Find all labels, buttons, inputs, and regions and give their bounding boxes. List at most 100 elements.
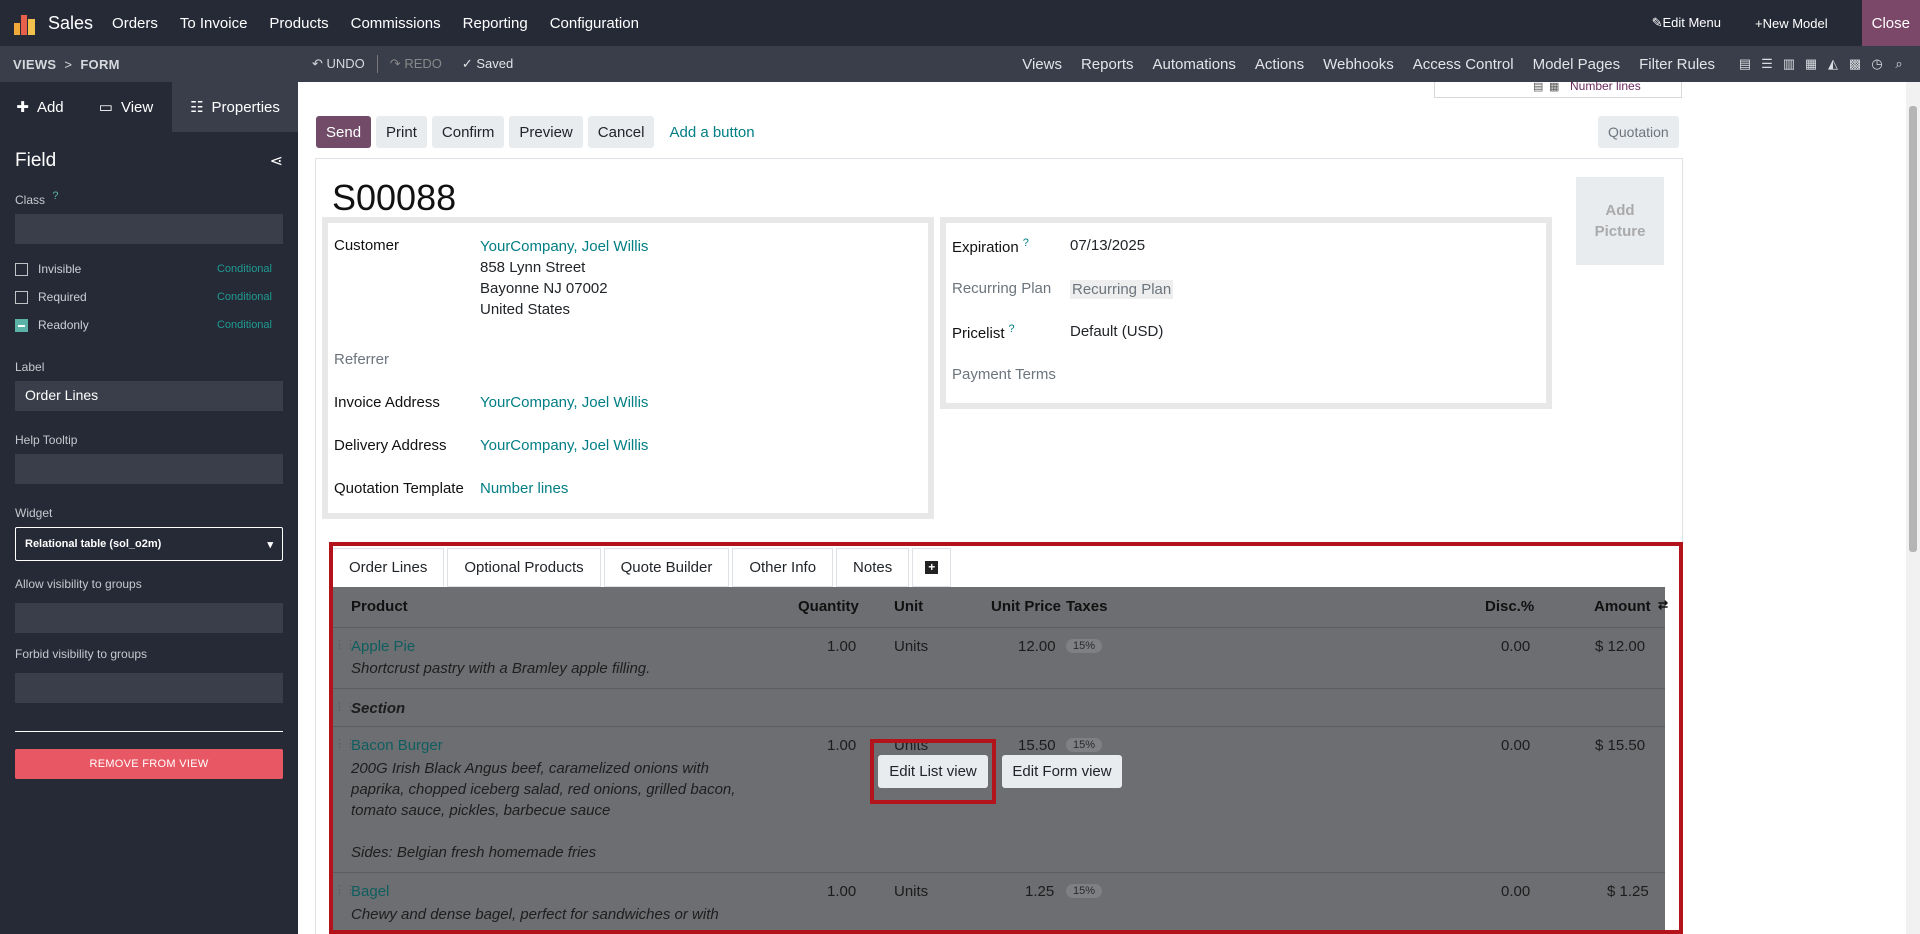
properties-icon: ☷ bbox=[190, 99, 204, 116]
forbid-groups-input[interactable] bbox=[15, 673, 283, 703]
status-badge[interactable]: Quotation bbox=[1598, 116, 1679, 148]
conditional-link[interactable]: Conditional bbox=[217, 291, 272, 303]
readonly-checkbox-row: Readonly Conditional bbox=[15, 318, 283, 332]
top-navbar: Sales Orders To Invoice Products Commiss… bbox=[0, 0, 1920, 46]
class-label: Class bbox=[15, 193, 46, 207]
customer-link[interactable]: YourCompany, Joel Willis bbox=[480, 236, 648, 257]
print-button[interactable]: Print bbox=[376, 116, 427, 148]
close-studio-button[interactable]: Close bbox=[1861, 0, 1920, 46]
widget-select[interactable]: Relational table (sol_o2m) ▾ bbox=[15, 527, 283, 561]
record-name[interactable]: S00088 bbox=[332, 177, 456, 219]
menu-reporting[interactable]: Reporting bbox=[452, 15, 539, 32]
activity-view-icon[interactable]: ◷ bbox=[1866, 56, 1888, 72]
menu-actions[interactable]: Actions bbox=[1255, 56, 1304, 73]
monitor-icon: ▭ bbox=[98, 99, 113, 116]
invoice-address-label: Invoice Address bbox=[334, 394, 440, 411]
expiration-value[interactable]: 07/13/2025 bbox=[1070, 237, 1145, 254]
tab-view[interactable]: ▭ View bbox=[80, 82, 172, 132]
required-checkbox-row: Required Conditional bbox=[15, 290, 283, 304]
graph-view-icon[interactable]: ◭ bbox=[1822, 56, 1844, 72]
sales-app-icon[interactable] bbox=[14, 11, 36, 35]
edit-menu-button[interactable]: ✎Edit Menu bbox=[1652, 15, 1721, 31]
breadcrumb-form: FORM bbox=[80, 56, 120, 72]
readonly-checkbox[interactable] bbox=[15, 318, 28, 332]
view-switcher: ▤ ☰ ▥ ▦ ◭ ▩ ◷ ⌕ bbox=[1734, 56, 1910, 72]
pencil-icon: ✎ bbox=[1651, 15, 1663, 30]
menu-to-invoice[interactable]: To Invoice bbox=[169, 15, 259, 32]
delivery-address-label: Delivery Address bbox=[334, 437, 447, 454]
edit-list-view-button[interactable]: Edit List view bbox=[878, 755, 988, 788]
customer-city: Bayonne NJ 07002 bbox=[480, 280, 608, 297]
conditional-link[interactable]: Conditional bbox=[217, 319, 272, 331]
menu-configuration[interactable]: Configuration bbox=[539, 15, 650, 32]
help-icon[interactable]: ? bbox=[1009, 323, 1015, 335]
edit-form-view-button[interactable]: Edit Form view bbox=[1002, 755, 1122, 788]
conditional-link[interactable]: Conditional bbox=[217, 263, 272, 275]
scrollbar[interactable] bbox=[1906, 82, 1920, 934]
redo-button[interactable]: ↷ REDO bbox=[390, 56, 442, 72]
kanban-view-icon[interactable]: ▥ bbox=[1778, 56, 1800, 72]
menu-products[interactable]: Products bbox=[258, 15, 339, 32]
redo-icon: ↷ bbox=[389, 56, 405, 71]
quotation-template-link[interactable]: Number lines bbox=[480, 480, 568, 497]
stat-button[interactable]: ▤ ▦ Number lines bbox=[1434, 82, 1682, 98]
class-input[interactable] bbox=[15, 214, 283, 244]
invisible-checkbox[interactable] bbox=[15, 262, 28, 276]
studio-sidebar: ✚ Add ▭ View ☷ Properties Field ⋖ Class ? In… bbox=[0, 82, 298, 934]
right-field-group[interactable]: Expiration? 07/13/2025 Recurring Plan Recu… bbox=[940, 217, 1552, 409]
pricelist-value[interactable]: Default (USD) bbox=[1070, 323, 1163, 340]
allow-groups-label: Allow visibility to groups bbox=[15, 577, 142, 591]
help-tooltip-label: Help Tooltip bbox=[15, 433, 78, 447]
app-name[interactable]: Sales bbox=[48, 13, 93, 34]
scrollbar-thumb[interactable] bbox=[1909, 106, 1917, 552]
form-view-icon[interactable]: ▤ bbox=[1734, 56, 1756, 72]
menu-reports[interactable]: Reports bbox=[1081, 56, 1134, 73]
list-view-icon[interactable]: ☰ bbox=[1756, 56, 1778, 72]
remove-from-view-button[interactable]: REMOVE FROM VIEW bbox=[15, 749, 283, 779]
preview-button[interactable]: Preview bbox=[509, 116, 583, 148]
menu-webhooks[interactable]: Webhooks bbox=[1323, 56, 1394, 73]
selected-field-highlight bbox=[329, 542, 1683, 934]
menu-automations[interactable]: Automations bbox=[1153, 56, 1236, 73]
cancel-button[interactable]: Cancel bbox=[587, 116, 655, 148]
undo-button[interactable]: ↶ UNDO bbox=[312, 56, 365, 72]
caret-down-icon: ▾ bbox=[267, 539, 273, 551]
share-icon[interactable]: ⋖ bbox=[270, 151, 283, 171]
tab-properties[interactable]: ☷ Properties bbox=[172, 82, 298, 132]
customer-street: 858 Lynn Street bbox=[480, 259, 586, 276]
confirm-button[interactable]: Confirm bbox=[431, 116, 505, 148]
calendar-view-icon[interactable]: ▦ bbox=[1800, 56, 1822, 72]
invoice-address-link[interactable]: YourCompany, Joel Willis bbox=[480, 394, 648, 411]
menu-commissions[interactable]: Commissions bbox=[340, 15, 452, 32]
recurring-plan-value[interactable]: Recurring Plan bbox=[1070, 280, 1174, 299]
stat-icon: ▤ bbox=[1533, 82, 1544, 93]
tab-add[interactable]: ✚ Add bbox=[0, 82, 80, 132]
new-model-button[interactable]: +New Model bbox=[1755, 16, 1828, 31]
pivot-view-icon[interactable]: ▩ bbox=[1844, 56, 1866, 72]
customer-country: United States bbox=[480, 301, 571, 318]
saved-indicator: ✓ Saved bbox=[461, 56, 514, 71]
send-button[interactable]: Send bbox=[316, 116, 372, 148]
menu-model-pages[interactable]: Model Pages bbox=[1533, 56, 1621, 73]
delivery-address-link[interactable]: YourCompany, Joel Willis bbox=[480, 437, 648, 454]
undo-icon: ↶ bbox=[312, 56, 327, 71]
menu-views[interactable]: Views bbox=[1022, 56, 1062, 73]
help-icon[interactable]: ? bbox=[52, 190, 58, 202]
required-checkbox[interactable] bbox=[15, 290, 28, 304]
left-field-group[interactable]: Customer YourCompany, Joel Willis 858 Ly… bbox=[322, 217, 934, 519]
widget-label: Widget bbox=[15, 506, 53, 520]
add-button-link[interactable]: Add a button bbox=[659, 116, 764, 148]
menu-filter-rules[interactable]: Filter Rules bbox=[1639, 56, 1715, 73]
help-tooltip-input[interactable] bbox=[15, 454, 283, 484]
search-view-icon[interactable]: ⌕ bbox=[1888, 56, 1910, 72]
invisible-checkbox-row: Invisible Conditional bbox=[15, 262, 283, 276]
label-input[interactable]: Order Lines bbox=[15, 381, 283, 411]
menu-orders[interactable]: Orders bbox=[101, 15, 169, 32]
menu-access-control[interactable]: Access Control bbox=[1413, 56, 1514, 73]
allow-groups-input[interactable] bbox=[15, 603, 283, 633]
breadcrumb-views[interactable]: VIEWS bbox=[13, 57, 56, 72]
help-icon[interactable]: ? bbox=[1023, 237, 1029, 249]
grid-icon: ▦ bbox=[1549, 82, 1560, 93]
add-picture-button[interactable]: Add Picture bbox=[1576, 177, 1664, 265]
customer-label: Customer bbox=[334, 237, 400, 254]
